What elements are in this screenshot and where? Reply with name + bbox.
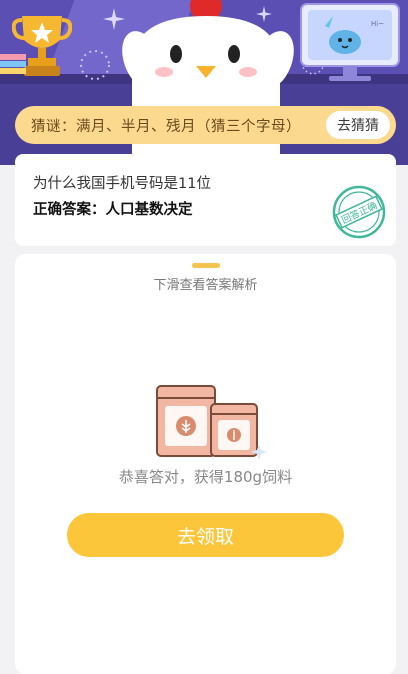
go-guess-button[interactable]: 去猜猜 (326, 111, 390, 139)
svg-text:Hi~: Hi~ (371, 20, 384, 28)
answer-value: 人口基数决定 (105, 202, 193, 218)
congrats-text: 恭喜答对，获得180g饲料 (118, 468, 293, 486)
answer-card: 为什么我国手机号码是11位 正确答案：人口基数决定 回答正确 (15, 154, 396, 246)
answer-label: 正确答案： (33, 202, 106, 218)
riddle-bar: 猜谜：满月、半月、残月（猜三个字母） 去猜猜 (15, 106, 396, 144)
swipe-hint: 下滑查看答案解析 (153, 278, 258, 293)
drag-handle[interactable] (191, 263, 220, 268)
claim-button[interactable]: 去领取 (67, 513, 344, 557)
question-text: 为什么我国手机号码是11位 (33, 176, 211, 192)
feed-bags-icon (156, 385, 267, 460)
book-stack-decoration (0, 54, 26, 74)
monitor-mascot-icon: Hi~ (300, 3, 400, 81)
riddle-text: 猜谜：满月、半月、残月（猜三个字母） (31, 118, 301, 135)
correct-answer: 正确答案：人口基数决定 (33, 198, 193, 219)
correct-stamp-icon: 回答正确 (332, 185, 386, 239)
dotted-circle-decoration (80, 50, 110, 80)
reward-card: 下滑查看答案解析 恭喜答对，获得180g饲料 去领取 (15, 254, 396, 674)
hero-banner: Hi~ 猜谜：满月、半月、残月（猜三个字母） 去猜猜 (0, 0, 408, 165)
